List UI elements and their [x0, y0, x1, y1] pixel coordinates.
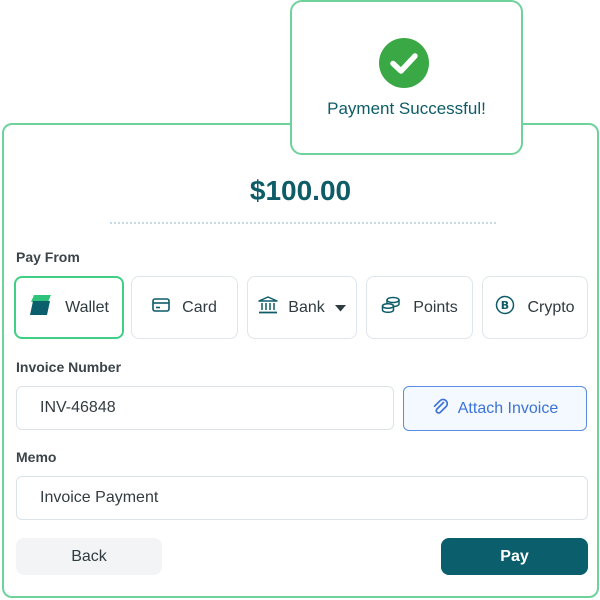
- pay-option-label: Wallet: [65, 298, 109, 316]
- back-button[interactable]: Back: [16, 538, 162, 575]
- bitcoin-icon: B: [495, 295, 515, 320]
- pay-option-label: Crypto: [527, 298, 575, 316]
- pay-option-wallet[interactable]: Wallet: [14, 276, 124, 339]
- pay-option-crypto[interactable]: B Crypto: [482, 276, 588, 339]
- payment-screen: $100.00 Pay From Wallet Card Bank Points…: [0, 0, 600, 600]
- svg-text:B: B: [501, 299, 509, 312]
- invoice-number-field[interactable]: INV-46848: [16, 386, 394, 430]
- attach-invoice-label: Attach Invoice: [457, 399, 559, 417]
- check-circle-icon: [379, 38, 429, 88]
- pay-option-bank[interactable]: Bank: [247, 276, 357, 339]
- paperclip-icon: [432, 397, 448, 420]
- caret-down-icon: [334, 299, 346, 317]
- invoice-number-label: Invoice Number: [16, 359, 122, 375]
- pay-button[interactable]: Pay: [441, 538, 588, 575]
- wallet-icon: [29, 294, 53, 321]
- memo-field[interactable]: Invoice Payment: [16, 476, 588, 520]
- success-message: Payment Successful!: [327, 99, 486, 118]
- pay-from-label: Pay From: [16, 249, 80, 265]
- pay-option-card[interactable]: Card: [131, 276, 238, 339]
- attach-invoice-button[interactable]: Attach Invoice: [403, 386, 587, 431]
- card-icon: [152, 298, 170, 317]
- amount-divider: [110, 222, 496, 224]
- pay-option-label: Bank: [288, 298, 325, 316]
- pay-option-label: Card: [182, 298, 217, 316]
- bank-icon: [258, 296, 279, 319]
- payment-success-popup: Payment Successful!: [290, 0, 523, 155]
- pay-option-label: Points: [413, 298, 458, 316]
- payment-card: $100.00 Pay From Wallet Card Bank Points…: [2, 123, 599, 598]
- payment-amount: $100.00: [249, 175, 352, 206]
- coins-icon: [381, 296, 401, 319]
- memo-label: Memo: [16, 449, 57, 465]
- pay-option-points[interactable]: Points: [366, 276, 473, 339]
